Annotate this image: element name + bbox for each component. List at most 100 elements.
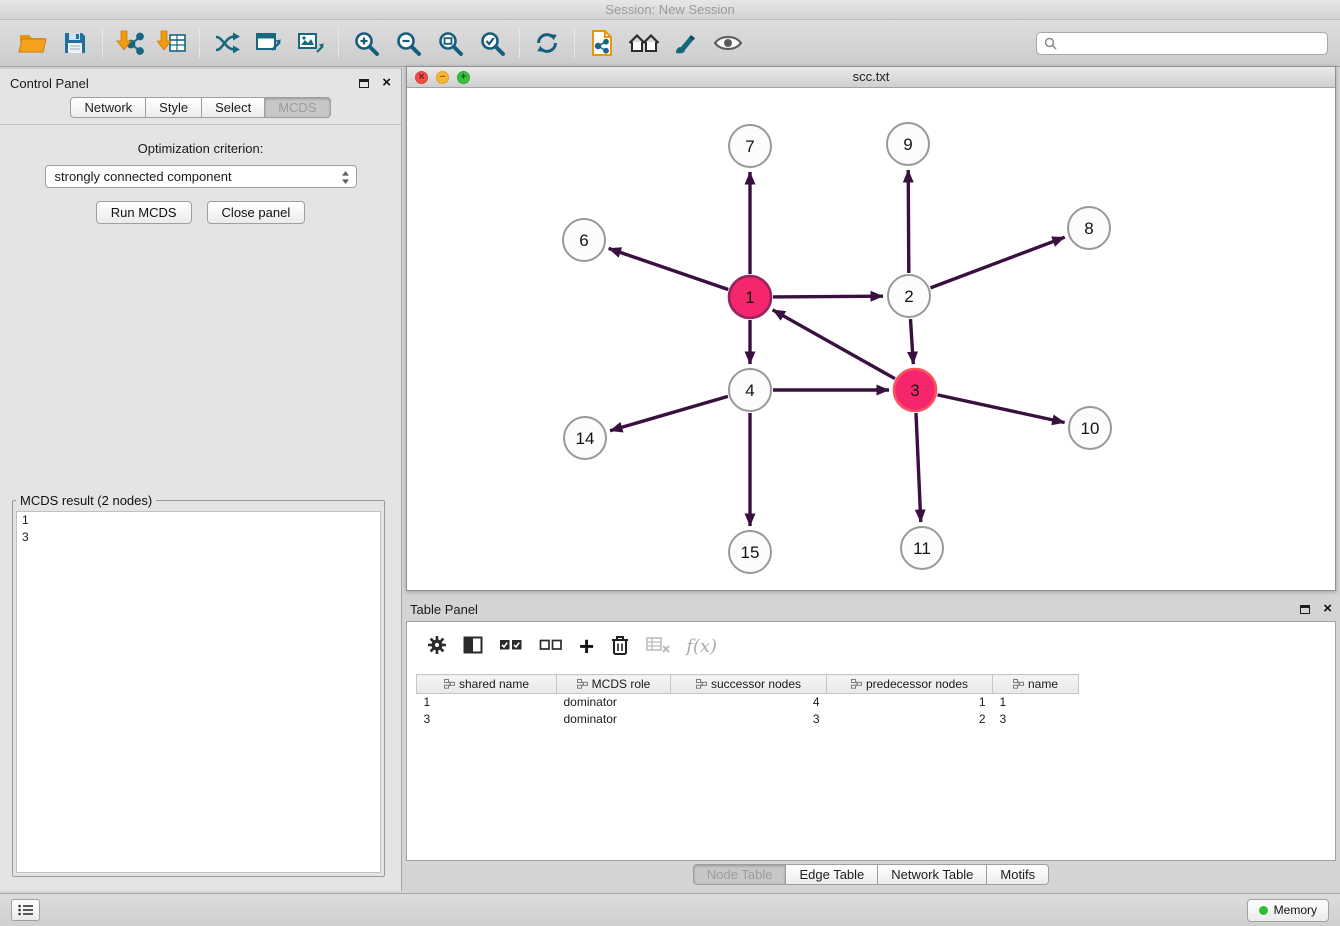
table-cell[interactable]: dominator	[557, 711, 671, 728]
table-cell[interactable]: 1	[993, 694, 1079, 711]
export-image-button[interactable]	[290, 24, 332, 62]
graph-node-4[interactable]: 4	[729, 369, 771, 411]
mcds-result-item[interactable]: 1	[17, 512, 380, 529]
graph-node-10[interactable]: 10	[1069, 407, 1111, 449]
search-input[interactable]	[1062, 36, 1320, 50]
table-cell[interactable]: 3	[671, 711, 827, 728]
task-history-button[interactable]	[11, 899, 40, 921]
tab-select[interactable]: Select	[202, 97, 265, 118]
table-cell[interactable]: 1	[827, 694, 993, 711]
column-header-successor-nodes[interactable]: successor nodes	[671, 675, 827, 694]
edge-2-to-8[interactable]	[931, 237, 1065, 288]
column-header-shared-name[interactable]: shared name	[417, 675, 557, 694]
mcds-result-item[interactable]: 3	[17, 529, 380, 546]
graph-node-15[interactable]: 15	[729, 531, 771, 573]
tab-motifs[interactable]: Motifs	[987, 864, 1049, 885]
memory-indicator-icon	[1259, 906, 1268, 915]
run-mcds-button[interactable]: Run MCDS	[96, 201, 192, 224]
table-cell[interactable]: 4	[671, 694, 827, 711]
column-header-name[interactable]: name	[993, 675, 1079, 694]
graph-node-7[interactable]: 7	[729, 125, 771, 167]
zoom-out-button[interactable]	[387, 24, 429, 62]
graph-node-9[interactable]: 9	[887, 123, 929, 165]
graph-node-8[interactable]: 8	[1068, 207, 1110, 249]
tab-mcds[interactable]: MCDS	[265, 97, 330, 118]
tab-node-table[interactable]: Node Table	[693, 864, 787, 885]
new-network-button[interactable]	[206, 24, 248, 62]
import-table-from-file-button[interactable]	[151, 24, 193, 62]
zoom-in-button[interactable]	[345, 24, 387, 62]
network-canvas[interactable]: 7 9 6 8 1 2 4 3 14 10 15 11	[407, 88, 1335, 590]
add-column-button[interactable]: +	[579, 636, 594, 656]
tab-style[interactable]: Style	[146, 97, 202, 118]
control-panel-title: Control Panel	[10, 76, 89, 91]
close-panel-button[interactable]: Close panel	[207, 201, 306, 224]
zoom-fit-button[interactable]	[429, 24, 471, 62]
import-network-from-file-button[interactable]	[109, 24, 151, 62]
network-window-titlebar[interactable]: × − + scc.txt	[407, 67, 1335, 88]
optimization-criterion-select[interactable]: strongly connected component	[45, 165, 357, 188]
column-header-predecessor-nodes[interactable]: predecessor nodes	[827, 675, 993, 694]
clone-network-icon	[589, 29, 615, 57]
edge-2-to-3[interactable]	[911, 319, 914, 364]
graph-node-3[interactable]: 3	[894, 369, 936, 411]
refresh-view-button[interactable]	[526, 24, 568, 62]
edge-3-to-10[interactable]	[938, 395, 1065, 423]
node-label-10: 10	[1081, 419, 1100, 438]
network-window-minimize-icon[interactable]: −	[436, 71, 449, 84]
graph-node-2[interactable]: 2	[888, 275, 930, 317]
trash-icon	[610, 634, 630, 656]
tab-network[interactable]: Network	[70, 97, 146, 118]
control-panel-close-button[interactable]: ×	[382, 78, 391, 88]
tab-edge-table[interactable]: Edge Table	[786, 864, 878, 885]
edge-1-to-6[interactable]	[609, 248, 729, 289]
search-box[interactable]	[1036, 32, 1328, 55]
control-panel-tabs: NetworkStyleSelectMCDS	[0, 97, 401, 118]
network-window-zoom-icon[interactable]: +	[457, 71, 470, 84]
memory-button[interactable]: Memory	[1247, 899, 1329, 922]
optimization-criterion-value: strongly connected component	[55, 169, 232, 184]
toolbar-separator	[338, 28, 339, 58]
export-network-button[interactable]	[248, 24, 290, 62]
mcds-result-list[interactable]: 13	[16, 511, 381, 873]
graph-node-6[interactable]: 6	[563, 219, 605, 261]
table-cell[interactable]: 3	[993, 711, 1079, 728]
save-session-button[interactable]	[54, 24, 96, 62]
function-builder-button[interactable]: f(x)	[686, 636, 717, 657]
table-row[interactable]: 1dominator411	[417, 694, 1079, 711]
clone-network-button[interactable]	[581, 24, 623, 62]
node-label-1: 1	[745, 288, 754, 307]
table-cell[interactable]: 2	[827, 711, 993, 728]
edge-1-to-2[interactable]	[773, 296, 883, 297]
apply-style-button[interactable]	[665, 24, 707, 62]
control-panel-float-button[interactable]	[359, 79, 369, 88]
edge-3-to-1[interactable]	[773, 310, 895, 379]
first-neighbors-button[interactable]	[623, 24, 665, 62]
table-panel-float-button[interactable]	[1300, 605, 1310, 614]
open-session-button[interactable]	[12, 24, 54, 62]
edge-2-to-9[interactable]	[908, 170, 909, 273]
column-header-MCDS-role[interactable]: MCDS role	[557, 675, 671, 694]
network-window-close-icon[interactable]: ×	[415, 71, 428, 84]
graph-node-11[interactable]: 11	[901, 527, 943, 569]
table-row[interactable]: 3dominator323	[417, 711, 1079, 728]
edge-4-to-14[interactable]	[610, 396, 728, 430]
zoom-selected-button[interactable]	[471, 24, 513, 62]
deselect-all-button[interactable]	[539, 636, 563, 657]
show-hide-button[interactable]	[707, 24, 749, 62]
edge-3-to-11[interactable]	[916, 413, 921, 522]
table-panel-close-button[interactable]: ×	[1323, 604, 1332, 614]
graph-node-1[interactable]: 1	[729, 276, 771, 318]
show-columns-button[interactable]	[463, 635, 483, 658]
delete-table-button[interactable]	[646, 636, 670, 657]
tab-network-table[interactable]: Network Table	[878, 864, 987, 885]
select-all-button[interactable]	[499, 636, 523, 657]
graph-node-14[interactable]: 14	[564, 417, 606, 459]
gear-icon	[427, 635, 447, 655]
table-mode-gear-button[interactable]	[427, 635, 447, 658]
table-cell[interactable]: 3	[417, 711, 557, 728]
delete-columns-button[interactable]	[610, 634, 630, 659]
node-table-body: 1dominator4113dominator323	[417, 694, 1079, 728]
table-cell[interactable]: dominator	[557, 694, 671, 711]
table-cell[interactable]: 1	[417, 694, 557, 711]
